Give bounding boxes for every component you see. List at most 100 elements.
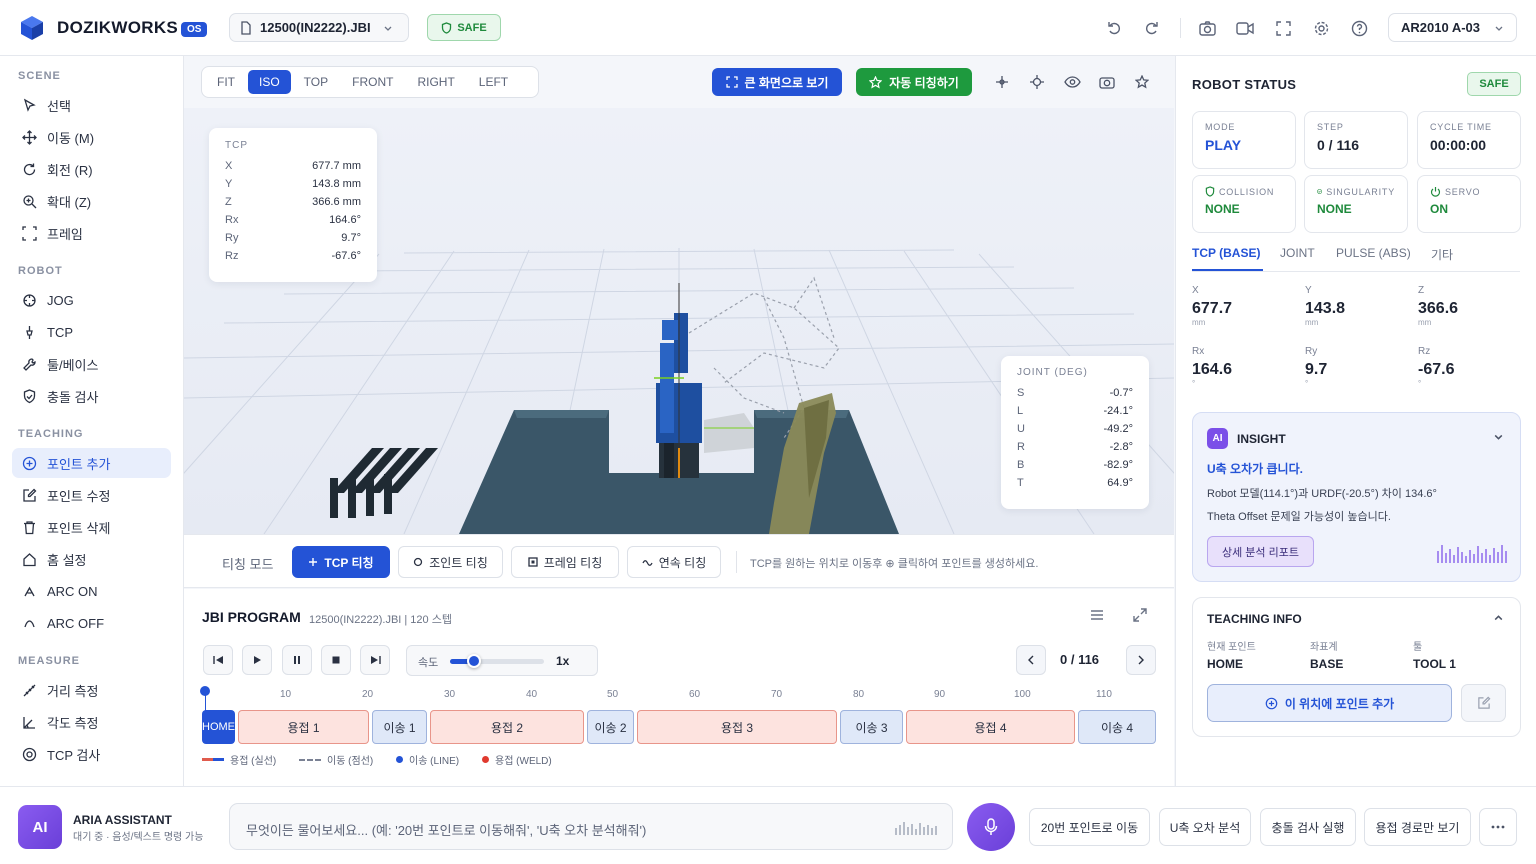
sidebar-item-label: TCP: [47, 324, 73, 340]
3d-viewport[interactable]: TCP X 677.7 mm Y 143.8 mm Z 366.6 mm Rx 164.…: [184, 108, 1174, 534]
expand-panel-icon[interactable]: [1133, 608, 1147, 625]
prev-step-button[interactable]: [1016, 645, 1046, 675]
segment-weld[interactable]: 용접 1: [238, 710, 369, 744]
segment-transfer[interactable]: 이송 4: [1078, 710, 1156, 744]
ai-insight-card: AI INSIGHT U축 오차가 큽니다. Robot 모델(114.1°)과…: [1192, 412, 1521, 582]
camera-icon[interactable]: [1194, 15, 1220, 41]
microphone-button[interactable]: [967, 803, 1015, 851]
redo-icon[interactable]: [1139, 15, 1165, 41]
joint-value: -24.1°: [1103, 405, 1133, 417]
joint-row: U -49.2°: [1017, 420, 1133, 438]
gear-icon[interactable]: [1308, 15, 1334, 41]
button-label: 프레임 티칭: [543, 555, 603, 570]
robot-selector[interactable]: AR2010 A-03: [1388, 13, 1517, 42]
sidebar-item-set-home[interactable]: 홈 설정: [12, 544, 171, 574]
eye-icon[interactable]: [1062, 72, 1082, 92]
sidebar-item-angle[interactable]: 각도 측정: [12, 707, 171, 737]
sidebar-item-edit-point[interactable]: 포인트 수정: [12, 480, 171, 510]
joint-row: L -24.1°: [1017, 402, 1133, 420]
view-tab-front[interactable]: FRONT: [341, 70, 404, 94]
view-tab-fit[interactable]: FIT: [206, 70, 246, 94]
help-icon[interactable]: [1346, 15, 1372, 41]
quick-cmd-u-axis-analysis[interactable]: U축 오차 분석: [1159, 808, 1251, 846]
sidebar-item-move[interactable]: 이동 (M): [12, 122, 171, 152]
teaching-info-card: TEACHING INFO 현재 포인트 HOME 좌표계 BASE 툴 TOOL 1…: [1192, 597, 1521, 737]
sidebar-item-rotate[interactable]: 회전 (R): [12, 154, 171, 184]
joint-teach-button[interactable]: 조인트 티칭: [398, 546, 503, 578]
tcp-key: Y: [225, 178, 233, 190]
more-options-button[interactable]: [1479, 808, 1517, 846]
add-point-here-button[interactable]: 이 위치에 포인트 추가: [1207, 684, 1452, 722]
sidebar-item-distance[interactable]: 거리 측정: [12, 675, 171, 705]
wave-icon: [642, 560, 653, 566]
chevron-down-icon[interactable]: [1493, 431, 1504, 445]
speed-slider-knob[interactable]: [467, 654, 482, 668]
sidebar-item-frame[interactable]: 프레임: [12, 218, 171, 248]
sidebar-item-zoom[interactable]: 확대 (Z): [12, 186, 171, 216]
sidebar-item-select[interactable]: 선택: [12, 90, 171, 120]
auto-teach-button[interactable]: 자동 티칭하기: [856, 68, 972, 96]
tcp-teach-button[interactable]: TCP 티칭: [292, 546, 390, 578]
sidebar-item-collision-check[interactable]: 충돌 검사: [12, 381, 171, 411]
segment-transfer[interactable]: 이송 2: [587, 710, 634, 744]
view-tab-right[interactable]: RIGHT: [406, 70, 465, 94]
timeline-cursor[interactable]: [200, 686, 210, 696]
chevron-up-icon[interactable]: [1493, 613, 1504, 627]
view-tab-top[interactable]: TOP: [293, 70, 339, 94]
speed-slider-track[interactable]: [450, 654, 544, 668]
center-workspace: FIT ISO TOP FRONT RIGHT LEFT 큰 화면으로 보기 자…: [184, 56, 1174, 786]
quick-cmd-weld-path-only[interactable]: 용접 경로만 보기: [1364, 808, 1471, 846]
sidebar-item-tcp[interactable]: TCP: [12, 317, 171, 347]
undo-icon[interactable]: [1101, 15, 1127, 41]
legend-dot: [396, 756, 403, 763]
focus-icon[interactable]: [1027, 72, 1047, 92]
segment-weld[interactable]: 용접 4: [906, 710, 1075, 744]
video-icon[interactable]: [1232, 15, 1258, 41]
fullscreen-view-button[interactable]: 큰 화면으로 보기: [712, 68, 842, 96]
segment-transfer[interactable]: 이송 3: [840, 710, 903, 744]
detailed-report-button[interactable]: 상세 분석 리포트: [1207, 536, 1314, 567]
sidebar-item-tool-base[interactable]: 툴/베이스: [12, 349, 171, 379]
quick-cmd-collision-check[interactable]: 충돌 검사 실행: [1260, 808, 1356, 846]
tab-joint[interactable]: JOINT: [1280, 246, 1315, 260]
tab-tcp-base[interactable]: TCP (BASE): [1192, 246, 1260, 260]
edit-point-button[interactable]: [1461, 684, 1506, 722]
segment-transfer[interactable]: 이송 1: [372, 710, 427, 744]
os-badge: OS: [181, 22, 208, 37]
stop-button[interactable]: [321, 645, 351, 675]
sidebar-item-add-point[interactable]: 포인트 추가: [12, 448, 171, 478]
assistant-input[interactable]: 무엇이든 물어보세요... (예: '20번 포인트로 이동해줘', 'U축 오…: [229, 803, 953, 850]
pause-button[interactable]: [282, 645, 312, 675]
timeline-tick: 70: [771, 689, 783, 700]
tab-other[interactable]: 기타: [1431, 246, 1453, 263]
fullscreen-icon[interactable]: [1270, 15, 1296, 41]
view-tab-iso[interactable]: ISO: [248, 70, 291, 94]
next-step-button[interactable]: [1126, 645, 1156, 675]
segment-weld[interactable]: 용접 2: [430, 710, 584, 744]
list-icon[interactable]: [1090, 609, 1104, 624]
favorite-star-icon[interactable]: [1132, 72, 1152, 92]
sidebar-item-tcp-check[interactable]: TCP 검사: [12, 739, 171, 769]
skip-start-button[interactable]: [203, 645, 233, 675]
snapshot-icon[interactable]: [1097, 72, 1117, 92]
coord-label: X: [1192, 285, 1199, 296]
sidebar-item-delete-point[interactable]: 포인트 삭제: [12, 512, 171, 542]
quick-cmd-move-to-point[interactable]: 20번 포인트로 이동: [1029, 808, 1150, 846]
tab-pulse-abs[interactable]: PULSE (ABS): [1336, 246, 1411, 260]
sidebar-item-arc-off[interactable]: ARC OFF: [12, 608, 171, 638]
view-tab-left[interactable]: LEFT: [468, 70, 519, 94]
shield-icon: [1205, 186, 1215, 197]
frame-teach-button[interactable]: 프레임 티칭: [511, 546, 619, 578]
sidebar-item-arc-on[interactable]: ARC ON: [12, 576, 171, 606]
segment-weld[interactable]: 용접 3: [637, 710, 837, 744]
file-selector[interactable]: 12500(IN2222).JBI: [229, 13, 409, 42]
sidebar-item-jog[interactable]: JOG: [12, 285, 171, 315]
stat-value: ON: [1430, 202, 1448, 216]
info-value: HOME: [1207, 657, 1243, 671]
axis-icon[interactable]: [992, 72, 1012, 92]
segment-home[interactable]: HOME: [202, 710, 235, 744]
safe-status-badge: SAFE: [427, 14, 501, 41]
skip-end-button[interactable]: [360, 645, 390, 675]
continuous-teach-button[interactable]: 연속 티칭: [627, 546, 721, 578]
play-button[interactable]: [242, 645, 272, 675]
